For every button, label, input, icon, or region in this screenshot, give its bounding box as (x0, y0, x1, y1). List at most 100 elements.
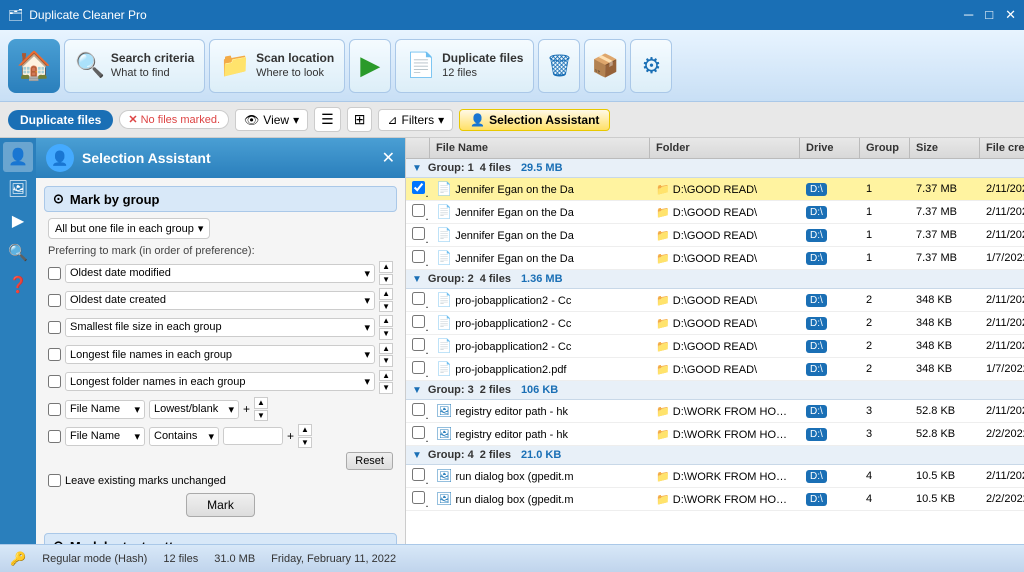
pref-dropdown-6b[interactable]: Lowest/blank▾ (149, 400, 239, 419)
sidebar-icon-play[interactable]: ▶ (3, 206, 33, 236)
sidebar-icon-help[interactable]: ❓ (3, 270, 33, 300)
up-btn-2[interactable]: ▲ (379, 288, 393, 300)
down-btn-3[interactable]: ▼ (379, 328, 393, 340)
up-btn-6[interactable]: ▲ (254, 397, 268, 409)
add-btn-6[interactable]: + (243, 402, 250, 416)
down-btn-5[interactable]: ▼ (379, 382, 393, 394)
sidebar-icon-image[interactable]: 🖼 (3, 174, 33, 204)
table-row[interactable]: 📄Jennifer Egan on the Da 📁 D:\GOOD READ\… (406, 201, 1024, 224)
pref-check-7[interactable] (48, 430, 61, 443)
up-btn-4[interactable]: ▲ (379, 343, 393, 355)
file-check[interactable] (412, 250, 425, 263)
sidebar-icon-user[interactable]: 👤 (3, 142, 33, 172)
file-check[interactable] (412, 403, 425, 416)
up-btn-3[interactable]: ▲ (379, 315, 393, 327)
group-2-collapse[interactable]: ▼ (412, 274, 422, 285)
table-row[interactable]: 📄pro-jobapplication2 - Cc 📁 D:\GOOD READ… (406, 312, 1024, 335)
pref-check-4[interactable] (48, 348, 61, 361)
file-check[interactable] (412, 181, 425, 194)
selection-assistant-button[interactable]: 👤 Selection Assistant (459, 109, 610, 131)
table-row[interactable]: 📄Jennifer Egan on the Da 📁 D:\GOOD READ\… (406, 247, 1024, 270)
pref-dropdown-1[interactable]: Oldest date modified▾ (65, 264, 375, 283)
pref-dropdown-5[interactable]: Longest folder names in each group▾ (65, 372, 375, 391)
pref-dropdown-6a[interactable]: File Name▾ (65, 400, 145, 419)
file-check[interactable] (412, 361, 425, 374)
add-btn-7[interactable]: + (287, 429, 294, 443)
table-row[interactable]: 🖼registry editor path - hk 📁 D:\WORK FRO… (406, 423, 1024, 446)
file-check[interactable] (412, 204, 425, 217)
table-row[interactable]: 🖼run dialog box (gpedit.m 📁 D:\WORK FROM… (406, 488, 1024, 511)
scan-location-button[interactable]: 📁 Scan location Where to look (209, 39, 345, 93)
down-btn-7[interactable]: ▼ (298, 437, 312, 449)
no-files-marked-tag[interactable]: ✕ No files marked. (119, 110, 229, 129)
sidebar-icon-search[interactable]: 🔍 (3, 238, 33, 268)
pref-check-5[interactable] (48, 375, 61, 388)
scope-dropdown[interactable]: All but one file in each group ▾ (48, 218, 210, 239)
col-header-group[interactable]: Group (860, 138, 910, 158)
mark-by-group-header[interactable]: ⊙ Mark by group (44, 186, 397, 212)
maximize-button[interactable]: □ (985, 7, 993, 23)
col-header-folder[interactable]: Folder (650, 138, 800, 158)
list-view-button[interactable]: ☰ (314, 107, 341, 132)
mark-by-text-header[interactable]: ⊙ Mark by text pattern (44, 533, 397, 544)
file-check[interactable] (412, 315, 425, 328)
group-4-collapse[interactable]: ▼ (412, 450, 422, 461)
pref-dropdown-4[interactable]: Longest file names in each group▾ (65, 345, 375, 364)
search-criteria-button[interactable]: 🔍 Search criteria What to find (64, 39, 205, 93)
table-row[interactable]: 🖼run dialog box (gpedit.m 📁 D:\WORK FROM… (406, 465, 1024, 488)
table-row[interactable]: 📄pro-jobapplication2.pdf 📁 D:\GOOD READ\… (406, 358, 1024, 381)
view-button[interactable]: 👁 View ▾ (235, 109, 308, 131)
table-row[interactable]: 📄pro-jobapplication2 - Cc 📁 D:\GOOD READ… (406, 289, 1024, 312)
table-row[interactable]: 📄pro-jobapplication2 - Cc 📁 D:\GOOD READ… (406, 335, 1024, 358)
clear-mark-icon[interactable]: ✕ (128, 113, 137, 126)
duplicate-files-button[interactable]: 📄 Duplicate files 12 files (395, 39, 534, 93)
col-header-drive[interactable]: Drive (800, 138, 860, 158)
table-row[interactable]: 📄Jennifer Egan on the Da 📁 D:\GOOD READ\… (406, 224, 1024, 247)
pref-check-1[interactable] (48, 267, 61, 280)
pref-dropdown-7b[interactable]: Contains▾ (149, 427, 219, 446)
pref-check-3[interactable] (48, 321, 61, 334)
file-name: 📄Jennifer Egan on the Da (430, 178, 650, 200)
down-btn-2[interactable]: ▼ (379, 301, 393, 313)
table-row[interactable]: 📄Jennifer Egan on the Da 📁 D:\GOOD READ\… (406, 178, 1024, 201)
down-btn-4[interactable]: ▼ (379, 355, 393, 367)
file-check[interactable] (412, 227, 425, 240)
export-button[interactable]: 📦 (584, 39, 626, 93)
delete-button[interactable]: 🗑 (538, 39, 580, 93)
grid-view-button[interactable]: ⊞ (347, 107, 373, 132)
file-check[interactable] (412, 491, 425, 504)
file-check[interactable] (412, 426, 425, 439)
up-btn-7[interactable]: ▲ (298, 424, 312, 436)
pref-dropdown-3[interactable]: Smallest file size in each group▾ (65, 318, 375, 337)
col-header-check[interactable] (406, 138, 430, 158)
contains-input-7[interactable] (223, 427, 283, 445)
reset-button[interactable]: Reset (346, 452, 393, 470)
group-3-collapse[interactable]: ▼ (412, 385, 422, 396)
leave-unchanged-check[interactable] (48, 474, 61, 487)
home-button[interactable]: 🏠 (8, 39, 60, 93)
table-row[interactable]: 🖼registry editor path - hk 📁 D:\WORK FRO… (406, 400, 1024, 423)
col-header-name[interactable]: File Name (430, 138, 650, 158)
scan-button[interactable]: ▶ (349, 39, 391, 93)
pref-check-6[interactable] (48, 403, 61, 416)
up-btn-5[interactable]: ▲ (379, 370, 393, 382)
mark-button[interactable]: Mark (186, 493, 255, 517)
col-header-size[interactable]: Size (910, 138, 980, 158)
file-check[interactable] (412, 468, 425, 481)
duplicate-files-tab[interactable]: Duplicate files (8, 110, 113, 130)
close-button[interactable]: ✕ (1005, 7, 1016, 23)
down-btn-1[interactable]: ▼ (379, 274, 393, 286)
filters-button[interactable]: ⊿ Filters ▾ (378, 109, 453, 131)
pref-check-2[interactable] (48, 294, 61, 307)
up-btn-1[interactable]: ▲ (379, 261, 393, 273)
file-check[interactable] (412, 338, 425, 351)
close-panel-button[interactable]: ✕ (382, 148, 395, 168)
down-btn-6[interactable]: ▼ (254, 410, 268, 422)
group-1-collapse[interactable]: ▼ (412, 163, 422, 174)
col-header-created[interactable]: File created (980, 138, 1024, 158)
pref-dropdown-2[interactable]: Oldest date created▾ (65, 291, 375, 310)
minimize-button[interactable]: ─ (964, 7, 973, 23)
file-check[interactable] (412, 292, 425, 305)
settings-button[interactable]: ⚙ (630, 39, 672, 93)
pref-dropdown-7a[interactable]: File Name▾ (65, 427, 145, 446)
